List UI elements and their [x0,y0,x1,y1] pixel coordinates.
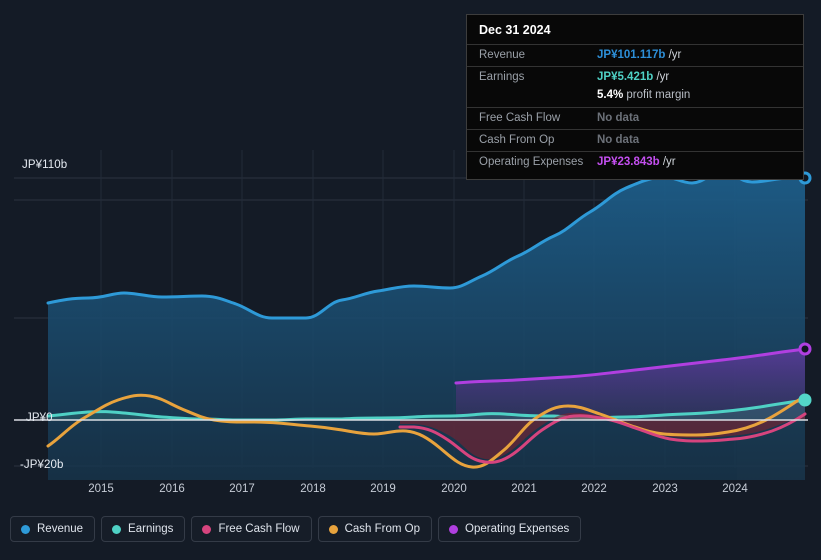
x-axis-tick-2021: 2021 [511,483,537,495]
tooltip-value: No data [597,112,639,125]
tooltip-value: No data [597,134,639,147]
x-axis-tick-2022: 2022 [581,483,607,495]
tooltip-amount: JP¥101.117b [597,49,666,61]
tooltip-value: JP¥5.421b /yr [597,71,669,84]
y-axis-label-negative: -JP¥20b [20,459,64,471]
tooltip-row: Free Cash Flow No data [467,106,803,129]
tooltip-row: Cash From Op No data [467,128,803,151]
legend-item-operating-expenses[interactable]: Operating Expenses [438,516,582,542]
tooltip-key: Revenue [479,49,526,61]
tooltip-amount: JP¥23.843b [597,156,660,169]
x-axis-tick-2023: 2023 [652,483,678,495]
tooltip-value: JP¥23.843b /yr [597,156,676,169]
profit-margin-text: profit margin [623,89,691,102]
x-axis-tick-2020: 2020 [441,483,467,495]
legend-label: Earnings [128,523,174,535]
tooltip-amount: No data [597,111,640,124]
x-axis-tick-2018: 2018 [300,483,326,495]
x-axis-tick-2016: 2016 [159,483,185,495]
tooltip-date: Dec 31 2024 [479,23,551,37]
x-axis-tick-2019: 2019 [370,483,396,495]
tooltip-unit: /yr [665,49,682,61]
legend-item-earnings[interactable]: Earnings [101,516,186,542]
x-axis-tick-2017: 2017 [229,483,255,495]
tooltip-unit: /yr [653,71,670,84]
x-axis-tick-2024: 2024 [722,483,748,495]
legend-dot-icon [449,524,459,534]
tooltip-row: Operating Expenses JP¥23.843b /yr [467,151,803,173]
chart-plot-area [0,150,821,480]
tooltip-key: Free Cash Flow [479,111,561,124]
financial-area-chart [14,150,812,480]
tooltip-value-profit-margin: 5.4% profit margin [597,89,690,102]
tooltip-row-profit-margin: 5.4% profit margin [467,88,803,106]
chart-tooltip: Dec 31 2024 Revenue JP¥101.117b /yr Earnin… [466,14,804,181]
tooltip-row: Revenue JP¥101.117b /yr [467,44,803,66]
chart-legend[interactable]: Revenue Earnings Free Cash Flow Cash From O… [10,516,582,542]
chart-page: JP¥110b JP¥0 -JP¥20b 2015 2016 2017 2018 201… [0,0,821,560]
tooltip-unit: /yr [659,156,676,169]
tooltip-key: Operating Expenses [479,156,584,169]
legend-dot-icon [328,524,338,534]
tooltip-key: Cash From Op [479,133,555,146]
legend-label: Cash From Op [344,523,421,535]
legend-dot-icon [21,524,30,534]
legend-label: Free Cash Flow [218,523,300,535]
tooltip-value: JP¥101.117b /yr [597,49,681,62]
legend-dot-icon [112,524,122,534]
tooltip-amount: No data [597,133,640,146]
legend-label: Revenue [37,523,84,535]
operating-expenses-endpoint [798,342,812,356]
earnings-endpoint [798,393,812,407]
profit-margin-percent: 5.4% [597,89,624,102]
tooltip-row: Earnings JP¥5.421b /yr [467,66,803,88]
tooltip-rows: Revenue JP¥101.117b /yr Earnings JP¥5.421b … [467,44,803,173]
tooltip-amount: JP¥5.421b [597,71,654,84]
y-axis-label-top: JP¥110b [22,159,68,171]
legend-item-revenue[interactable]: Revenue [10,516,96,542]
legend-dot-icon [202,524,212,534]
legend-label: Operating Expenses [465,523,570,535]
x-axis-tick-2015: 2015 [88,483,114,495]
legend-item-cash-from-op[interactable]: Cash From Op [317,516,433,542]
tooltip-key: Earnings [479,71,525,84]
legend-item-free-cash-flow[interactable]: Free Cash Flow [191,516,312,542]
y-axis-label-zero: JP¥0 [26,412,53,424]
